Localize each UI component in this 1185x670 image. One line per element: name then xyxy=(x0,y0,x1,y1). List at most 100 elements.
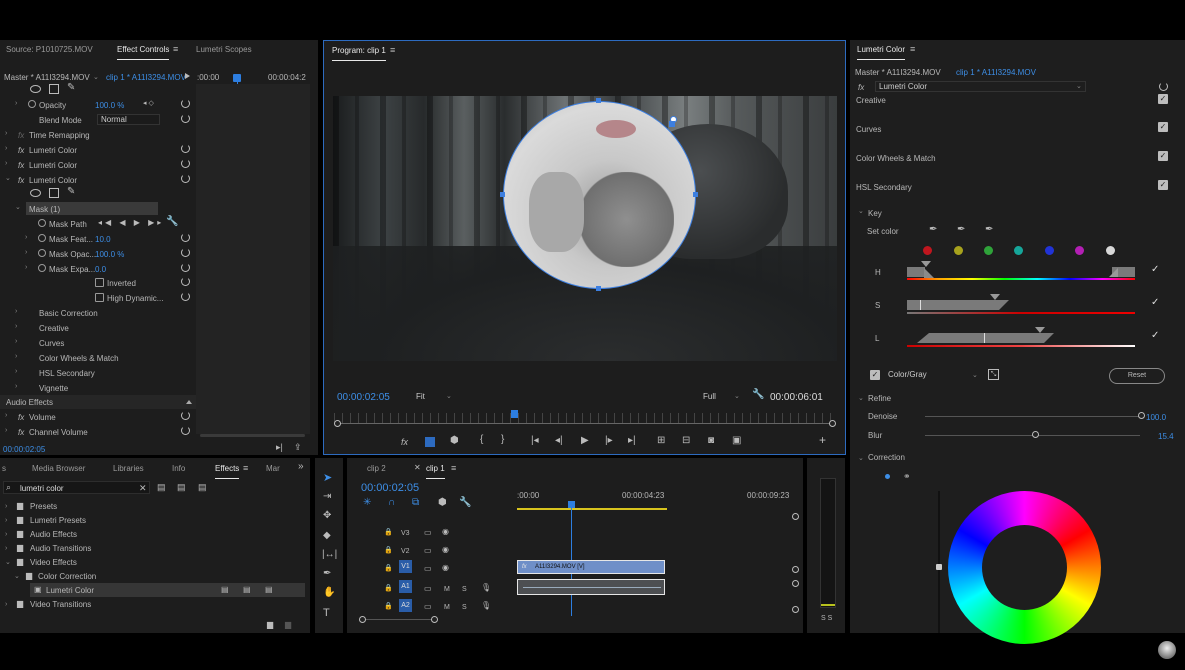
hsl-secondary-checkbox[interactable]: ✓ xyxy=(1158,180,1168,190)
denoise-track[interactable] xyxy=(925,416,1140,417)
timeline-wrench-icon[interactable]: 🔧 xyxy=(459,498,471,508)
mute-a1-label[interactable]: M xyxy=(444,582,450,596)
tab-markers[interactable]: Mar xyxy=(266,464,280,473)
blend-mode-select[interactable]: Normal xyxy=(97,114,160,125)
reset-button[interactable]: Reset xyxy=(1109,368,1165,384)
curves-checkbox[interactable]: ✓ xyxy=(1158,122,1168,132)
mask-toggle-icon[interactable] xyxy=(425,437,435,447)
eye-icon[interactable]: ◉ xyxy=(442,545,449,555)
reset-icon[interactable] xyxy=(181,426,190,435)
chevron-right-icon[interactable]: › xyxy=(15,323,17,330)
track-v1-label[interactable]: V1 xyxy=(399,560,412,573)
tab-info[interactable]: Info xyxy=(172,464,185,473)
timeline-playhead-head[interactable] xyxy=(568,501,575,508)
panel-menu-icon[interactable]: ≡ xyxy=(910,44,915,54)
track-v2-label[interactable]: V2 xyxy=(401,544,410,558)
close-tab-icon[interactable]: ✕ xyxy=(414,463,421,473)
swatch-blue[interactable] xyxy=(1045,246,1054,255)
eye-icon[interactable]: ◉ xyxy=(442,563,449,573)
sync-lock-icon[interactable]: ▭ xyxy=(424,546,432,556)
lock-icon[interactable]: 🔒 xyxy=(384,602,393,612)
clip-label[interactable]: clip 1 * A11I3294.MOV xyxy=(106,70,186,84)
track-v3-label[interactable]: V3 xyxy=(401,526,410,540)
hsl-secondary-label[interactable]: HSL Secondary xyxy=(39,366,95,380)
wrench-icon[interactable]: 🔧 xyxy=(166,217,178,227)
linked-selection-icon[interactable]: ⧉ xyxy=(412,498,419,508)
pen-tool-icon[interactable]: ✒ xyxy=(323,569,331,579)
effect-controls-timecode[interactable]: 00:00:02:05 xyxy=(3,442,45,456)
track-a2-label[interactable]: A2 xyxy=(399,599,412,612)
mask-feather-value[interactable]: 10.0 xyxy=(95,232,111,246)
program-playhead[interactable] xyxy=(511,410,518,418)
refine-label[interactable]: Refine xyxy=(868,391,891,405)
s-checkmark-icon[interactable]: ✓ xyxy=(1151,298,1159,308)
lumetri-color-2-label[interactable]: Lumetri Color xyxy=(29,158,77,172)
vertical-scroll-knob[interactable] xyxy=(792,513,799,520)
camera-icon[interactable]: ◙ xyxy=(708,436,714,446)
blur-value[interactable]: 15.4 xyxy=(1158,429,1174,443)
chevron-right-icon[interactable]: › xyxy=(15,383,17,390)
vignette-label[interactable]: Vignette xyxy=(39,381,68,395)
high-dynamic-checkbox[interactable] xyxy=(95,293,104,302)
work-area-bar[interactable] xyxy=(517,508,667,510)
new-bin-icon[interactable]: ▆ xyxy=(267,620,273,630)
video-frame[interactable] xyxy=(333,96,837,361)
hand-tool-icon[interactable]: ✋ xyxy=(323,588,335,598)
chevron-right-icon[interactable]: › xyxy=(15,368,17,375)
tree-presets[interactable]: Presets xyxy=(30,499,57,513)
curves-section[interactable]: Curves xyxy=(856,122,881,136)
three-way-toggle-icon[interactable]: ⚭ xyxy=(903,471,911,481)
stopwatch-icon[interactable] xyxy=(38,264,46,272)
reset-icon[interactable] xyxy=(181,248,190,257)
tab-source[interactable]: Source: P1010725.MOV xyxy=(6,45,93,54)
lock-icon[interactable]: 🔒 xyxy=(384,546,393,556)
swatch-magenta[interactable] xyxy=(1075,246,1084,255)
chevron-right-icon[interactable]: › xyxy=(5,601,7,608)
sync-lock-icon[interactable]: ▭ xyxy=(424,584,432,594)
key-label[interactable]: Key xyxy=(868,206,882,220)
yuv-effects-icon[interactable]: ▤ xyxy=(198,482,207,492)
eyedropper-subtract-icon[interactable]: ✒ xyxy=(985,225,993,235)
creative-section[interactable]: Creative xyxy=(856,93,886,107)
reset-icon[interactable] xyxy=(181,114,190,123)
track-a1-label[interactable]: A1 xyxy=(399,580,412,593)
track-select-tool-icon[interactable]: ⇥ xyxy=(323,492,331,502)
vertical-scroll-knob[interactable] xyxy=(792,580,799,587)
eyedropper-icon[interactable]: ✒ xyxy=(929,225,937,235)
reset-icon[interactable] xyxy=(181,411,190,420)
chevron-right-icon[interactable]: › xyxy=(5,531,7,538)
l-range-gray[interactable] xyxy=(929,333,1044,343)
export-icon[interactable]: ⇪ xyxy=(294,442,302,452)
s-handle[interactable] xyxy=(990,294,1000,300)
playhead-marker[interactable] xyxy=(233,74,241,82)
play-triangle-icon[interactable] xyxy=(185,73,190,79)
chevron-down-icon[interactable]: ⌄ xyxy=(972,371,978,379)
chevron-right-icon[interactable]: › xyxy=(5,503,7,510)
scroll-bar[interactable] xyxy=(200,434,305,437)
l-gradient[interactable] xyxy=(907,345,1135,347)
step-back-icon[interactable]: ◂| xyxy=(555,436,563,446)
tab-media-browser[interactable]: Media Browser xyxy=(32,464,85,473)
chevron-right-icon[interactable]: › xyxy=(25,264,27,271)
s-gradient[interactable] xyxy=(907,312,1135,314)
h-checkmark-icon[interactable]: ✓ xyxy=(1151,265,1159,275)
chevron-down-icon[interactable]: ⌄ xyxy=(5,174,11,182)
rect-mask-icon[interactable] xyxy=(49,188,59,198)
creative-label[interactable]: Creative xyxy=(39,321,69,335)
mask-track-controls-icon[interactable]: ◂◀ ◀ ▶ ▶▸ xyxy=(98,218,164,228)
h-triangle-left[interactable] xyxy=(924,268,934,278)
tab-clip1[interactable]: clip 1 xyxy=(426,464,445,479)
color-gray-checkbox[interactable]: ✓ xyxy=(870,370,880,380)
chevron-down-icon[interactable]: ⌄ xyxy=(15,203,21,211)
selection-tool-icon[interactable]: ➤ xyxy=(323,473,332,484)
tree-audio-effects[interactable]: Audio Effects xyxy=(30,527,77,541)
tab-lumetri-scopes[interactable]: Lumetri Scopes xyxy=(196,45,252,54)
tree-audio-transitions[interactable]: Audio Transitions xyxy=(30,541,91,555)
add-button-icon[interactable]: + xyxy=(819,434,826,446)
correction-label[interactable]: Correction xyxy=(868,450,905,464)
volume-label[interactable]: Volume xyxy=(29,410,56,424)
32bit-effects-icon[interactable]: ▤ xyxy=(177,482,186,492)
swatch-green[interactable] xyxy=(984,246,993,255)
stopwatch-icon[interactable] xyxy=(38,219,46,227)
timeline-timecode[interactable]: 00:00:02:05 xyxy=(361,481,419,495)
